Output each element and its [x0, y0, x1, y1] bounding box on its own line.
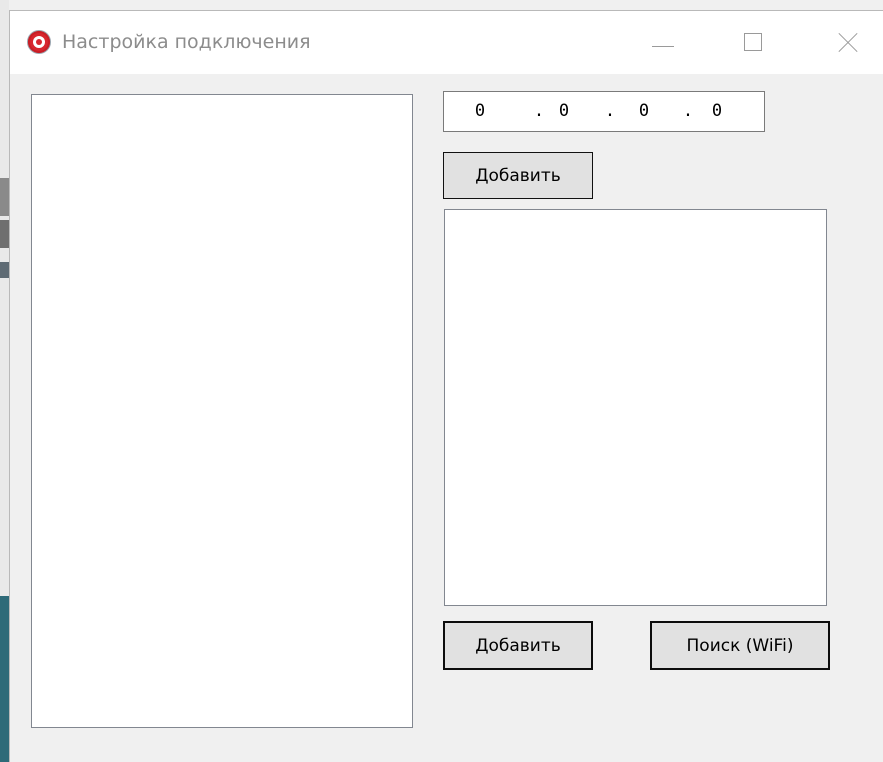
ip-octet-1[interactable]: 0 — [470, 101, 490, 121]
minimize-icon[interactable] — [628, 11, 698, 74]
window-title: Настройка подключения — [62, 31, 311, 53]
search-wifi-button[interactable]: Поиск (WiFi) — [650, 621, 830, 670]
title-bar[interactable]: Настройка подключения — [10, 11, 883, 74]
background-fragment — [0, 220, 9, 248]
connections-listbox[interactable] — [31, 94, 413, 728]
maximize-icon[interactable] — [720, 11, 790, 74]
ip-octet-3[interactable]: 0 — [634, 101, 654, 121]
add-device-button[interactable]: Добавить — [443, 621, 593, 670]
add-ip-button[interactable]: Добавить — [443, 152, 593, 199]
ip-octet-4[interactable]: 0 — [707, 101, 727, 121]
app-logo-icon — [28, 31, 50, 53]
ip-separator: . — [604, 101, 616, 121]
found-devices-listbox[interactable] — [444, 209, 827, 606]
desktop-background: Настройка подключения 0 . 0 . 0 . 0 Доба… — [0, 0, 883, 762]
connection-settings-window: Настройка подключения 0 . 0 . 0 . 0 Доба… — [9, 10, 883, 762]
background-window-edge — [0, 0, 9, 762]
background-fragment — [0, 178, 9, 216]
close-icon[interactable] — [813, 11, 883, 74]
background-fragment — [0, 596, 9, 762]
ip-separator: . — [682, 101, 694, 121]
background-fragment — [0, 262, 9, 278]
ip-octet-2[interactable]: 0 — [554, 101, 574, 121]
ip-address-input[interactable]: 0 . 0 . 0 . 0 — [443, 91, 765, 132]
ip-separator: . — [533, 101, 545, 121]
